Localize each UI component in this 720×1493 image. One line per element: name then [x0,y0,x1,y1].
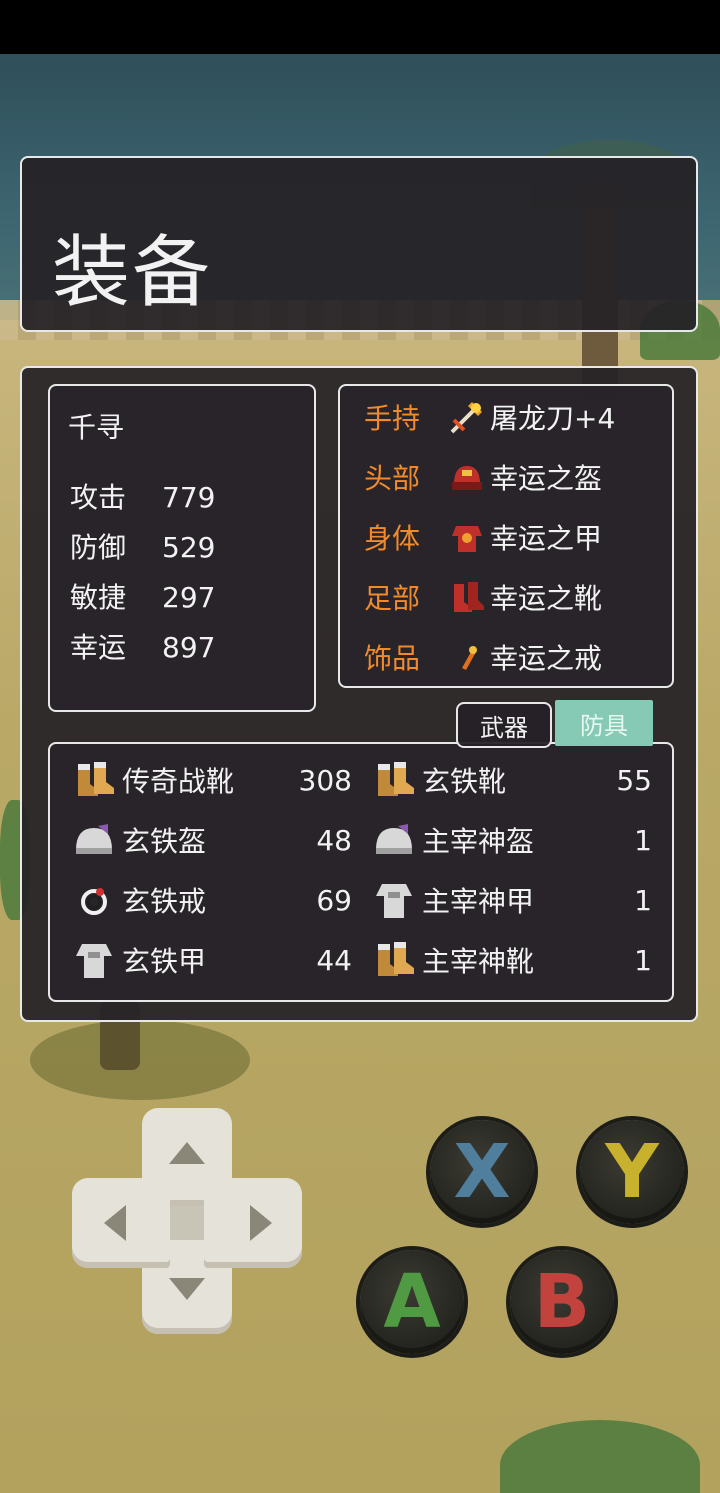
boots-icon [372,758,416,802]
dpad-left-button[interactable] [72,1178,170,1268]
red-armor-icon [448,518,486,556]
red-helmet-icon [448,458,486,496]
stat-label: 攻击 [70,481,127,514]
tab-label: 武器 [480,713,528,742]
ring-icon [72,878,116,922]
inventory-item[interactable]: 主宰神甲 [372,873,534,927]
inventory-item[interactable]: 玄铁靴 [372,753,506,807]
tab-label: 防具 [580,711,628,740]
item-count: 55 [616,764,652,797]
dpad [72,1108,302,1334]
tab-weapon[interactable]: 武器 [456,702,552,748]
arrow-down-icon [169,1278,205,1300]
slot-label: 头部 [364,462,421,495]
slot-item-name: 幸运之戒 [490,642,603,675]
slot-item-name: 幸运之盔 [490,462,603,495]
arrow-right-icon [250,1205,272,1241]
item-name: 玄铁甲 [122,945,207,978]
stat-label: 防御 [70,531,127,564]
helmet-icon [372,818,416,862]
b-button[interactable]: B [510,1250,614,1354]
item-count: 69 [316,884,352,917]
item-count: 1 [634,824,652,857]
slot-head[interactable]: 头部 幸运之盔 [364,452,602,502]
button-label: B [533,1259,591,1345]
arrow-up-icon [169,1142,205,1164]
y-button[interactable]: Y [580,1120,684,1224]
item-name: 主宰神甲 [422,885,535,918]
tab-armor[interactable]: 防具 [555,700,653,746]
stat-value: 897 [162,631,216,664]
item-name: 玄铁盔 [122,825,207,858]
slot-item-name: 屠龙刀+4 [490,402,616,435]
arrow-left-icon [104,1205,126,1241]
slot-label: 足部 [364,582,421,615]
status-bar [0,0,720,54]
button-label: A [383,1259,441,1345]
button-label: Y [605,1129,659,1215]
slot-label: 身体 [364,522,421,555]
stat-row-attack: 攻击 779 [70,476,215,516]
slot-item-name: 幸运之甲 [490,522,603,555]
slot-hand[interactable]: 手持 屠龙刀+4 [364,392,615,442]
item-name: 玄铁靴 [422,765,507,798]
armor-icon [72,938,116,982]
red-boots-icon [448,578,486,616]
ring-icon [448,638,486,676]
item-count: 48 [316,824,352,857]
inventory-item[interactable]: 玄铁戒 [72,873,206,927]
stat-row-agility: 敏捷 297 [70,576,215,616]
item-name: 传奇战靴 [122,765,235,798]
boots-icon [372,938,416,982]
slot-feet[interactable]: 足部 幸运之靴 [364,572,602,622]
inventory-item[interactable]: 玄铁盔 [72,813,206,867]
x-button[interactable]: X [430,1120,534,1224]
stat-value: 529 [162,531,216,564]
slot-accessory[interactable]: 饰品 幸运之戒 [364,632,602,682]
stat-label: 幸运 [70,631,127,664]
page-title: 装备 [52,228,213,318]
item-count: 44 [316,944,352,977]
item-count: 1 [634,944,652,977]
stat-row-defense: 防御 529 [70,526,215,566]
stat-value: 779 [162,481,216,514]
item-count: 308 [298,764,352,797]
dpad-right-button[interactable] [204,1178,302,1268]
stat-value: 297 [162,581,216,614]
character-name: 千寻 [68,411,125,444]
stat-label: 敏捷 [70,581,127,614]
item-name: 玄铁戒 [122,885,207,918]
dpad-center [170,1206,204,1240]
inventory-item[interactable]: 玄铁甲 [72,933,206,987]
inventory-item[interactable]: 主宰神靴 [372,933,534,987]
inventory-item[interactable]: 传奇战靴 [72,753,234,807]
button-label: X [453,1129,511,1215]
item-count: 1 [634,884,652,917]
item-name: 主宰神盔 [422,825,535,858]
slot-body[interactable]: 身体 幸运之甲 [364,512,602,562]
tree-shadow [30,1020,250,1100]
equipped-slots-box: 手持 屠龙刀+4 头部 幸运之盔 身体 幸运之甲 足部 幸运之靴 饰品 幸运之戒 [338,384,674,688]
slot-label: 饰品 [364,642,421,675]
item-name: 主宰神靴 [422,945,535,978]
stat-row-luck: 幸运 897 [70,626,215,666]
title-panel: 装备 [20,156,698,332]
boots-icon [72,758,116,802]
slot-label: 手持 [364,402,421,435]
a-button[interactable]: A [360,1250,464,1354]
inventory-item[interactable]: 主宰神盔 [372,813,534,867]
flame-sword-icon [448,398,486,436]
armor-icon [372,878,416,922]
helmet-icon [72,818,116,862]
slot-item-name: 幸运之靴 [490,582,603,615]
character-stats-box: 千寻 攻击 779 防御 529 敏捷 297 幸运 897 [48,384,316,712]
